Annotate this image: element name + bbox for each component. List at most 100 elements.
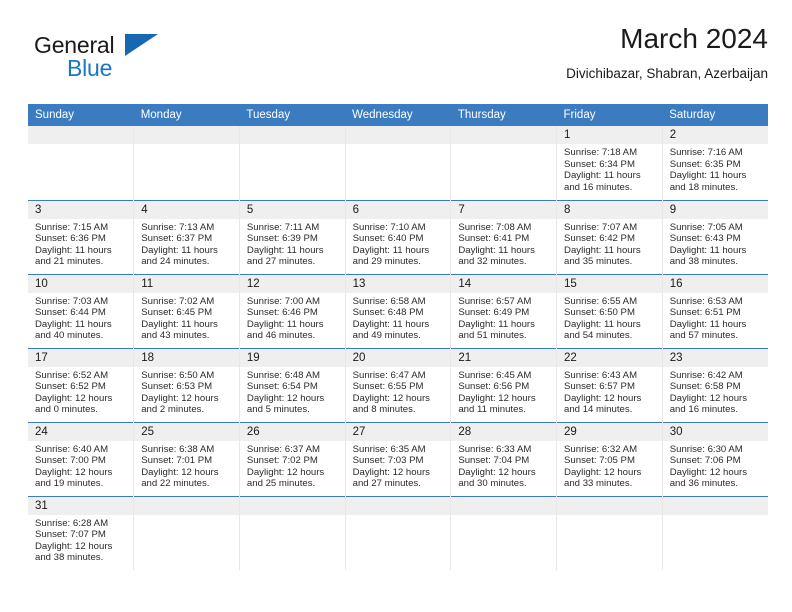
weekday-header-wednesday: Wednesday [345,104,451,126]
sunrise-time: Sunrise: 6:57 AM [458,295,532,307]
day-number: 24 [28,422,134,441]
weekday-header-saturday: Saturday [662,104,768,126]
daylight-duration-line1: Daylight: 12 hours [564,392,642,404]
calendar-day-cell[interactable]: 30 Sunrise: 6:30 AM Sunset: 7:06 PM Dayligh… [661,421,768,496]
sunrise-time: Sunrise: 6:30 AM [669,443,743,455]
daylight-duration-line2: and 40 minutes. [35,330,104,342]
sunset-time: Sunset: 6:50 PM [564,307,635,319]
calendar-day-cell[interactable]: 28 Sunrise: 6:33 AM Sunset: 7:04 PM Dayligh… [450,421,557,496]
sunrise-time: Sunrise: 6:38 AM [141,443,215,455]
calendar-day-cell[interactable]: 6 Sunrise: 7:10 AM Sunset: 6:40 PM Daylight… [344,199,451,274]
sunset-time: Sunset: 6:46 PM [246,307,318,319]
sunset-time: Sunset: 7:01 PM [141,455,213,467]
day-details: Sunrise: 6:47 AM Sunset: 6:55 PM Daylight:… [346,367,451,416]
calendar-day-cell[interactable]: 24 Sunrise: 6:40 AM Sunset: 7:00 PM Dayligh… [28,421,134,496]
daylight-duration-line2: and 16 minutes. [564,181,633,193]
day-details: Sunrise: 6:45 AM Sunset: 6:56 PM Daylight:… [451,367,556,416]
weekday-header-friday: Friday [556,104,663,126]
day-number: 30 [662,422,768,441]
day-number: 13 [345,274,451,293]
calendar-day-cell[interactable]: 16 Sunrise: 6:53 AM Sunset: 6:51 PM Dayligh… [661,273,768,348]
sunset-time: Sunset: 6:44 PM [35,307,106,319]
sunrise-time: Sunrise: 7:03 AM [35,295,109,307]
sunset-time: Sunset: 6:41 PM [458,233,530,245]
daylight-duration-line2: and 33 minutes. [564,478,633,490]
daylight-duration-line1: Daylight: 11 hours [352,244,430,256]
daylight-duration-line2: and 19 minutes. [35,478,104,490]
calendar-day-cell[interactable]: 18 Sunrise: 6:50 AM Sunset: 6:53 PM Dayligh… [133,347,240,422]
sunset-time: Sunset: 7:00 PM [35,455,106,467]
calendar-day-cell[interactable]: 20 Sunrise: 6:47 AM Sunset: 6:55 PM Dayligh… [344,347,451,422]
calendar-day-cell[interactable]: 22 Sunrise: 6:43 AM Sunset: 6:57 PM Dayligh… [556,347,663,422]
brand-name-general: General [34,32,115,58]
sunrise-time: Sunrise: 6:28 AM [35,517,109,529]
day-number: 18 [134,348,239,367]
calendar-day-cell[interactable]: 17 Sunrise: 6:52 AM Sunset: 6:52 PM Dayligh… [28,347,134,422]
sunrise-time: Sunrise: 7:10 AM [352,221,426,233]
day-number: 31 [28,496,134,515]
day-number: 21 [451,348,557,367]
daylight-duration-line1: Daylight: 11 hours [669,318,747,330]
day-details: Sunrise: 7:10 AM Sunset: 6:40 PM Daylight:… [346,219,451,268]
day-number: 6 [345,200,451,219]
blue-triangle-flag-icon [125,34,158,56]
calendar-day-cell[interactable]: 3 Sunrise: 7:15 AM Sunset: 6:36 PM Daylight… [28,199,134,274]
calendar-day-cell[interactable]: 26 Sunrise: 6:37 AM Sunset: 7:02 PM Dayligh… [238,421,346,496]
calendar-day-cell[interactable]: 13 Sunrise: 6:58 AM Sunset: 6:48 PM Dayligh… [344,273,451,348]
calendar-day-cell[interactable]: 2 Sunrise: 7:16 AM Sunset: 6:35 PM Daylight… [661,126,768,200]
day-details: Sunrise: 7:00 AM Sunset: 6:46 PM Daylight:… [240,293,345,342]
day-number: 20 [345,348,451,367]
daylight-duration-line1: Daylight: 12 hours [246,392,325,404]
weekday-header-row: Sunday Monday Tuesday Wednesday Thursday… [28,104,768,126]
day-details: Sunrise: 6:50 AM Sunset: 6:53 PM Daylight:… [134,367,239,416]
sunset-time: Sunset: 6:55 PM [352,381,424,393]
weekday-header-monday: Monday [133,104,240,126]
calendar-day-cell[interactable]: 8 Sunrise: 7:07 AM Sunset: 6:42 PM Daylight… [556,199,663,274]
day-details: Sunrise: 6:38 AM Sunset: 7:01 PM Daylight:… [134,441,239,490]
calendar-day-cell[interactable]: 27 Sunrise: 6:35 AM Sunset: 7:03 PM Dayligh… [344,421,451,496]
calendar-day-cell[interactable]: 15 Sunrise: 6:55 AM Sunset: 6:50 PM Dayligh… [556,273,663,348]
calendar-day-cell[interactable]: 1 Sunrise: 7:18 AM Sunset: 6:34 PM Daylight… [556,126,663,200]
calendar-day-cell[interactable]: 21 Sunrise: 6:45 AM Sunset: 6:56 PM Dayligh… [450,347,557,422]
page-header: General Blue March 2024 Divichibazar, Sh… [28,22,768,94]
calendar-day-cell[interactable]: 4 Sunrise: 7:13 AM Sunset: 6:37 PM Daylight… [133,199,240,274]
daylight-duration-line1: Daylight: 11 hours [246,244,324,256]
daylight-duration-line1: Daylight: 12 hours [352,466,430,478]
calendar-day-cell[interactable]: 11 Sunrise: 7:02 AM Sunset: 6:45 PM Dayligh… [133,273,240,348]
calendar-day-cell[interactable]: 14 Sunrise: 6:57 AM Sunset: 6:49 PM Dayligh… [450,273,557,348]
sunrise-time: Sunrise: 7:11 AM [246,221,320,233]
daylight-duration-line2: and 21 minutes. [35,256,104,268]
general-blue-logo[interactable]: General Blue [34,32,214,88]
daylight-duration-line1: Daylight: 11 hours [35,318,112,330]
daylight-duration-line1: Daylight: 12 hours [352,392,430,404]
day-number: 15 [557,274,662,293]
daylight-duration-line1: Daylight: 11 hours [141,244,218,256]
day-details: Sunrise: 7:08 AM Sunset: 6:41 PM Daylight:… [451,219,556,268]
day-number [345,496,451,515]
calendar-cell-empty [28,126,134,200]
sunset-time: Sunset: 6:43 PM [669,233,741,245]
title-block: March 2024 Divichibazar, Shabran, Azerba… [566,22,768,84]
calendar-week-row: 1 Sunrise: 7:18 AM Sunset: 6:34 PM Daylight… [28,126,768,200]
calendar-day-cell[interactable]: 5 Sunrise: 7:11 AM Sunset: 6:39 PM Daylight… [238,199,346,274]
daylight-duration-line1: Daylight: 11 hours [669,170,747,182]
calendar-day-cell[interactable]: 23 Sunrise: 6:42 AM Sunset: 6:58 PM Dayligh… [661,347,768,422]
calendar-day-cell[interactable]: 10 Sunrise: 7:03 AM Sunset: 6:44 PM Dayligh… [28,273,134,348]
calendar-day-cell[interactable]: 12 Sunrise: 7:00 AM Sunset: 6:46 PM Dayligh… [238,273,346,348]
daylight-duration-line1: Daylight: 12 hours [458,466,536,478]
day-number [451,496,557,515]
day-details: Sunrise: 7:11 AM Sunset: 6:39 PM Daylight:… [240,219,345,268]
calendar-day-cell[interactable]: 29 Sunrise: 6:32 AM Sunset: 7:05 PM Dayligh… [556,421,663,496]
sunrise-time: Sunrise: 7:02 AM [141,295,215,307]
sunrise-time: Sunrise: 7:05 AM [669,221,743,233]
calendar-day-cell[interactable]: 19 Sunrise: 6:48 AM Sunset: 6:54 PM Dayligh… [238,347,346,422]
day-details: Sunrise: 7:16 AM Sunset: 6:35 PM Daylight:… [663,144,768,193]
daylight-duration-line2: and 18 minutes. [669,181,738,193]
calendar-day-cell[interactable]: 9 Sunrise: 7:05 AM Sunset: 6:43 PM Daylight… [661,199,768,274]
calendar-day-cell[interactable]: 25 Sunrise: 6:38 AM Sunset: 7:01 PM Dayligh… [133,421,240,496]
calendar-day-cell[interactable]: 31 Sunrise: 6:28 AM Sunset: 7:07 PM Dayligh… [28,495,134,570]
day-details: Sunrise: 6:37 AM Sunset: 7:02 PM Daylight:… [240,441,345,490]
sunrise-time: Sunrise: 6:52 AM [35,369,109,381]
calendar-day-cell[interactable]: 7 Sunrise: 7:08 AM Sunset: 6:41 PM Daylight… [450,199,557,274]
daylight-duration-line1: Daylight: 11 hours [246,318,324,330]
